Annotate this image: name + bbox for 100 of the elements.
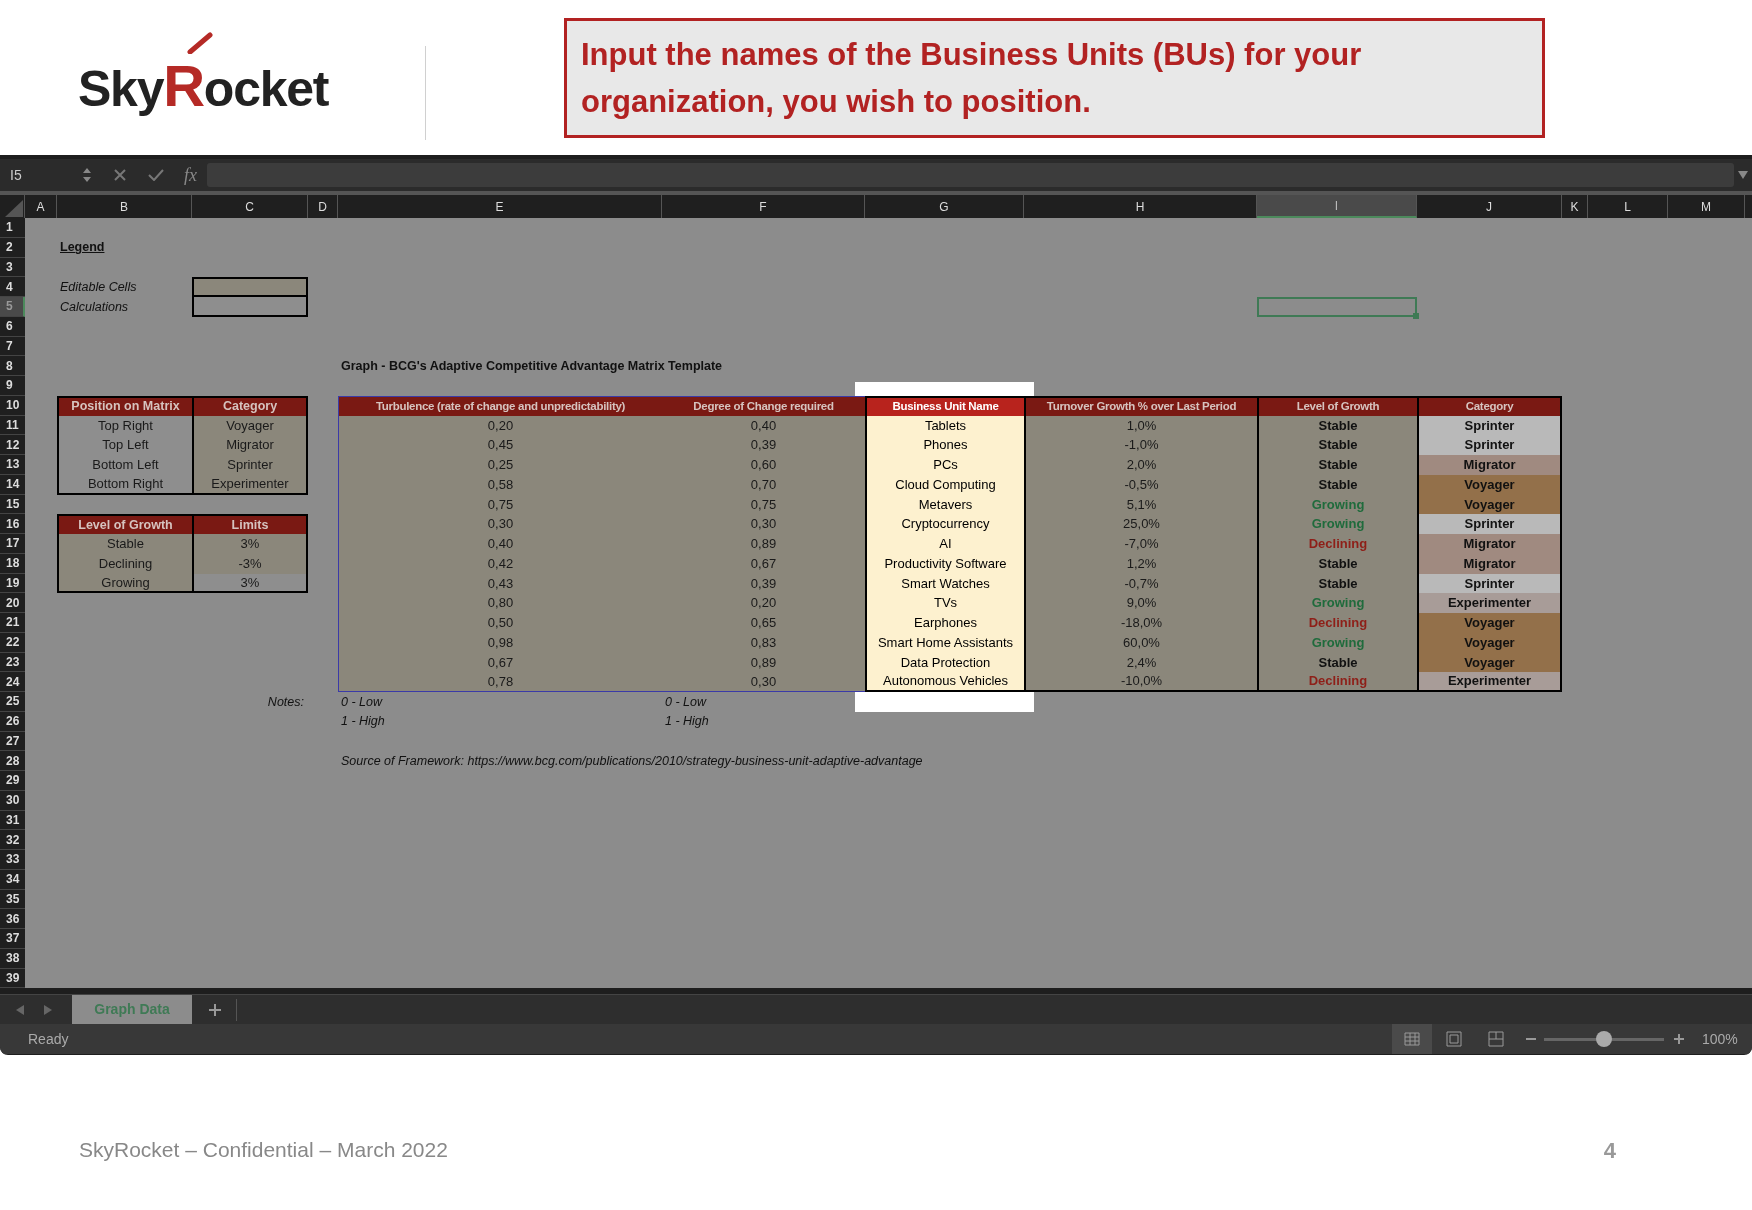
table-cell: Declining (1257, 672, 1417, 692)
table-cell: Growing (1257, 632, 1417, 653)
table-cell: Voyager (1417, 474, 1562, 495)
function-label[interactable]: fx (184, 161, 197, 189)
table-cell: 25,0% (1024, 514, 1257, 534)
column-header[interactable]: L (1588, 195, 1668, 218)
zoom-slider-thumb[interactable] (1596, 1030, 1612, 1047)
table-cell: Declining (1257, 613, 1417, 633)
zoom-level[interactable]: 100% (1702, 1028, 1742, 1050)
page-break-icon[interactable] (1488, 1031, 1504, 1048)
column-header[interactable]: F (662, 195, 865, 218)
table-cell: Stable (1257, 573, 1417, 594)
table-cell: 0,25 (338, 455, 662, 475)
column-header[interactable]: I (1257, 195, 1417, 218)
table-cell: Migrator (1417, 553, 1562, 574)
table-cell: 0,30 (662, 514, 865, 534)
table-cell: 0,20 (338, 415, 662, 436)
table-cell: Metavers (865, 494, 1024, 515)
column-header[interactable]: G (865, 195, 1024, 218)
table-cell: Earphones (865, 613, 1024, 633)
notes-label: Notes: (266, 693, 305, 711)
row-number[interactable]: 9 (0, 376, 25, 396)
table-cell: Growing (1257, 593, 1417, 613)
table-cell: 0,30 (662, 672, 865, 692)
row-number[interactable]: 8 (0, 356, 25, 376)
column-header[interactable]: D (308, 195, 338, 218)
table-cell: 0,42 (338, 553, 662, 574)
scroll-right-icon[interactable] (44, 1004, 52, 1015)
table-cell: -3% (192, 553, 308, 574)
table-cell: Declining (1257, 534, 1417, 554)
legend-label: Editable Cells (59, 278, 138, 296)
row-number[interactable]: 25 (0, 692, 25, 712)
table-cell: Stable (1257, 435, 1417, 455)
column-header: Limits (192, 514, 308, 534)
page-layout-icon[interactable] (1446, 1031, 1462, 1048)
row-number[interactable]: 21 (0, 613, 25, 633)
legend-title: Legend (59, 239, 106, 257)
row-number[interactable]: 16 (0, 514, 25, 534)
table-cell: Bottom Right (57, 474, 192, 495)
column-header: Level of Growth (57, 514, 192, 534)
row-number[interactable]: 1 (0, 218, 25, 238)
cancel-icon[interactable] (114, 169, 126, 181)
table-cell: 1,2% (1024, 553, 1257, 574)
table-cell: 0,20 (662, 593, 865, 613)
table-cell: 0,40 (338, 534, 662, 554)
row-number[interactable]: 33 (0, 850, 25, 870)
note-text: 0 - Low (664, 693, 708, 711)
normal-view-icon[interactable] (1392, 1024, 1432, 1055)
table-cell: 0,70 (662, 474, 865, 495)
table-cell: Growing (1257, 514, 1417, 534)
row-number[interactable]: 4 (0, 277, 25, 297)
table-cell: 0,83 (662, 632, 865, 653)
row-number[interactable]: 36 (0, 909, 25, 929)
row-number[interactable]: 24 (0, 672, 25, 692)
table-cell: 0,39 (662, 573, 865, 594)
column-header[interactable]: E (338, 195, 662, 218)
column-header[interactable]: K (1562, 195, 1588, 218)
table-cell: 0,75 (662, 494, 865, 515)
table-cell: -0,5% (1024, 474, 1257, 495)
row-number[interactable]: 32 (0, 830, 25, 850)
row-number[interactable]: 13 (0, 455, 25, 475)
table-cell: Migrator (192, 435, 308, 455)
table-cell: 0,67 (338, 652, 662, 673)
dropdown-caret-icon[interactable] (1738, 171, 1748, 179)
scroll-left-icon[interactable] (16, 1004, 24, 1015)
select-all-icon[interactable] (4, 200, 24, 218)
table-cell: Voyager (1417, 652, 1562, 673)
column-header[interactable]: C (192, 195, 308, 218)
zoom-in-icon[interactable] (1674, 1034, 1684, 1045)
table-cell: Sprinter (192, 455, 308, 475)
row-number[interactable]: 17 (0, 534, 25, 554)
checkmark-icon[interactable] (148, 169, 164, 181)
table-cell: 0,98 (338, 632, 662, 653)
selected-cell[interactable] (1257, 297, 1417, 317)
table-cell: Voyager (1417, 494, 1562, 515)
column-header[interactable]: H (1024, 195, 1257, 218)
table-cell: AI (865, 534, 1024, 554)
row-number[interactable]: 20 (0, 593, 25, 613)
column-header[interactable]: B (57, 195, 192, 218)
table-cell: 0,39 (662, 435, 865, 455)
status-text: Ready (28, 1029, 69, 1049)
row-number[interactable]: 28 (0, 751, 25, 771)
table-cell: 3% (192, 573, 308, 594)
legend-label: Calculations (59, 298, 130, 316)
column-header: Category (192, 395, 308, 416)
name-box[interactable]: I5 (0, 164, 82, 186)
row-number[interactable]: 12 (0, 435, 25, 455)
column-header[interactable]: A (25, 195, 57, 218)
source-text: Source of Framework: https://www.bcg.com/publications/2010/strategy-business-unit-adaptive-advantage (340, 752, 924, 770)
logo: SkyRocket (78, 32, 329, 123)
add-sheet-icon[interactable] (208, 1002, 222, 1017)
row-number[interactable]: 37 (0, 929, 25, 949)
table-cell: Migrator (1417, 534, 1562, 554)
row-number[interactable]: 29 (0, 771, 25, 791)
column-header[interactable]: M (1668, 195, 1745, 218)
table-cell: Experimenter (1417, 593, 1562, 613)
column-header[interactable]: J (1417, 195, 1562, 218)
table-cell: 0,89 (662, 652, 865, 673)
note-text: 0 - Low (340, 693, 384, 711)
table-cell: 0,45 (338, 435, 662, 455)
